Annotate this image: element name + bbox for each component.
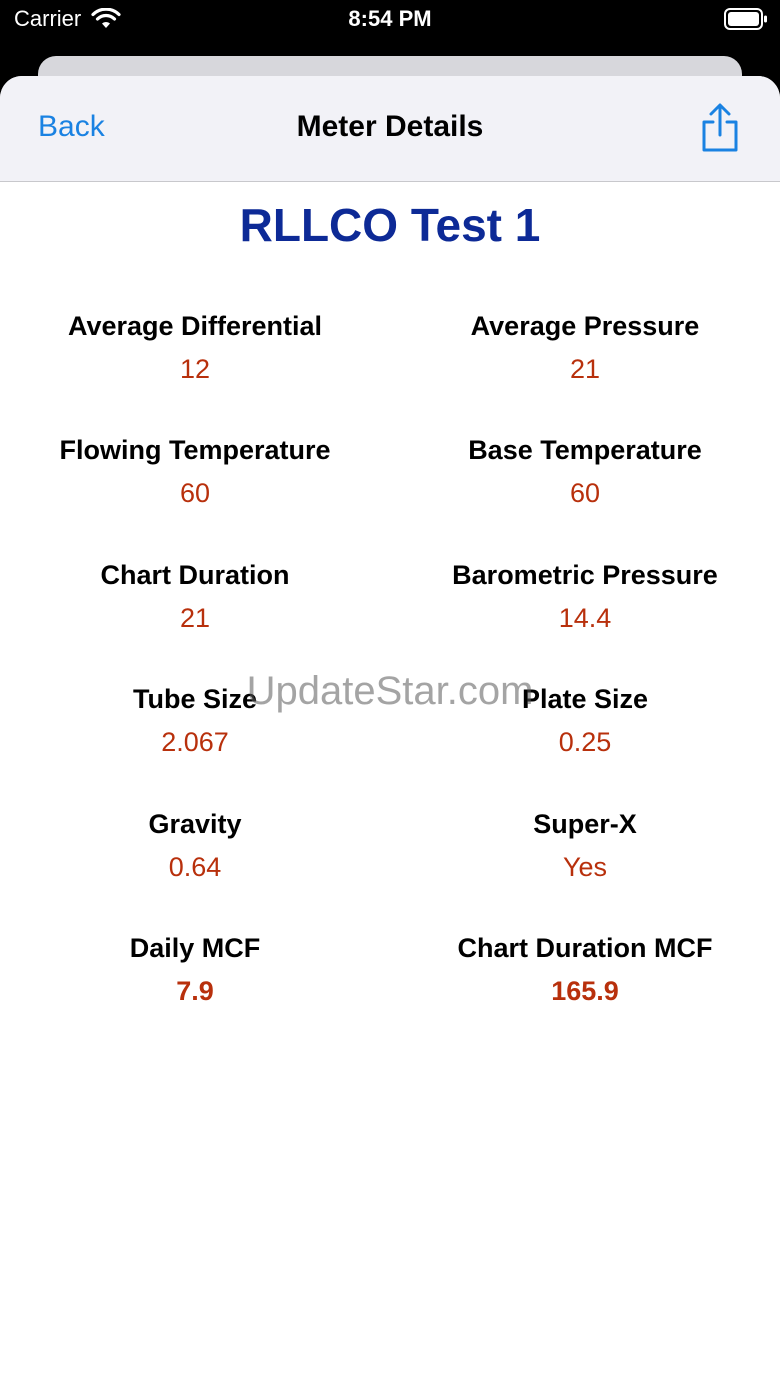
field-average-pressure: Average Pressure 21 <box>390 309 780 433</box>
field-label: Super-X <box>533 808 637 839</box>
field-label: Average Differential <box>67 311 323 341</box>
clock: 8:54 PM <box>348 6 432 31</box>
field-chart-duration-mcf: Chart Duration MCF 165.9 <box>390 931 780 1055</box>
field-daily-mcf: Daily MCF 7.9 <box>0 931 390 1055</box>
field-label: Flowing Temperature <box>59 435 331 466</box>
battery-icon <box>724 8 767 30</box>
share-button[interactable] <box>698 102 742 154</box>
field-tube-size: Tube Size 2.067 <box>0 682 390 806</box>
field-label: Tube Size <box>132 684 258 715</box>
field-value: Yes <box>562 851 608 882</box>
field-label: Chart Duration MCF <box>457 932 713 963</box>
field-label: Barometric Pressure <box>452 559 718 590</box>
status-bar: Carrier 8:54 PM <box>0 0 780 56</box>
share-icon <box>702 103 738 152</box>
meter-name: RLLCO Test 1 <box>239 199 541 251</box>
field-value: 60 <box>569 478 601 509</box>
field-value: 14.4 <box>558 602 612 633</box>
field-label: Average Pressure <box>470 311 700 341</box>
screen: Carrier 8:54 PM Back Meter Details RLLCO… <box>0 0 780 1387</box>
field-plate-size: Plate Size 0.25 <box>390 682 780 806</box>
field-chart-duration: Chart Duration 21 <box>0 558 390 682</box>
field-value: 12 <box>179 354 211 384</box>
field-flowing-temperature: Flowing Temperature 60 <box>0 433 390 557</box>
meter-fields-grid: Average Differential 12 Average Pressure… <box>0 309 780 1055</box>
field-value: 0.64 <box>168 851 222 882</box>
field-label: Chart Duration <box>100 559 290 590</box>
field-value: 21 <box>179 602 211 633</box>
field-base-temperature: Base Temperature 60 <box>390 433 780 557</box>
field-gravity: Gravity 0.64 <box>0 807 390 931</box>
nav-title: Meter Details <box>296 110 484 143</box>
field-value: 165.9 <box>551 975 619 1006</box>
field-label: Daily MCF <box>129 932 261 963</box>
field-value: 2.067 <box>161 727 229 758</box>
meter-details-sheet: Back Meter Details RLLCO Test 1 Average … <box>0 76 780 1387</box>
field-label: Plate Size <box>521 684 649 715</box>
field-value: 21 <box>569 354 601 384</box>
field-average-differential: Average Differential 12 <box>0 309 390 433</box>
back-button[interactable]: Back <box>38 110 105 144</box>
field-super-x: Super-X Yes <box>390 807 780 931</box>
navigation-bar: Back Meter Details <box>0 76 780 182</box>
field-value: 7.9 <box>176 975 214 1006</box>
field-barometric-pressure: Barometric Pressure 14.4 <box>390 558 780 682</box>
field-value: 60 <box>179 478 211 509</box>
field-value: 0.25 <box>558 727 612 758</box>
field-label: Gravity <box>148 808 242 839</box>
field-label: Base Temperature <box>468 435 702 466</box>
